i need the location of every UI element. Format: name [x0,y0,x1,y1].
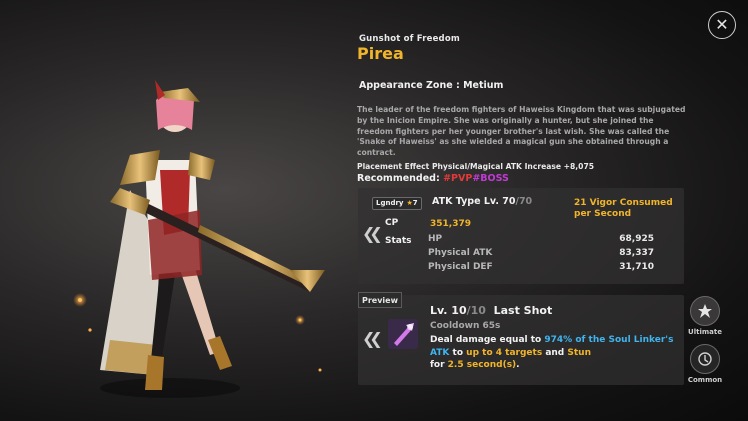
skill-level: Lv. 10 [430,304,467,317]
skill-desc-text: and [542,347,568,358]
character-detail-screen: ✕ Gunshot of Freedom Pirea Appearance Zo… [0,0,748,421]
common-icon [690,344,720,374]
skill-description: Deal damage equal to 974% of the Soul Li… [430,334,680,372]
last-shot-skill-icon [388,319,418,349]
preview-button[interactable]: Preview [358,292,402,308]
stats-collapse-chevron-icon[interactable]: ❮❮ [362,224,383,243]
skill-desc-targets: up to 4 targets [466,347,543,358]
stat-patk-value: 83,337 [619,248,654,258]
stat-hp-label: HP [428,234,443,244]
stats-panel: Lgndry ★7 ATK Type Lv. 70/70 21 Vigor Co… [358,188,684,284]
stat-hp-value: 68,925 [619,234,654,244]
skill-desc-text: . [516,360,520,370]
vigor-consumption: 21 Vigor Consumed per Second [574,198,673,219]
skill-desc-text: Deal damage equal to [430,335,545,345]
tag-pvp[interactable]: #PVP [443,173,472,184]
close-icon: ✕ [715,15,729,34]
cp-label: CP [385,218,399,228]
star-rating: ★7 [406,198,417,209]
skill-panel: ❮❮ Lv. 10/10 Last Shot Cooldown 65s Deal… [358,295,684,385]
grade-badge: Lgndry ★7 [372,197,422,210]
appearance-zone: Appearance Zone : Metium [359,80,504,91]
character-portrait [73,80,325,398]
tab-ultimate-label: Ultimate [688,328,722,336]
tab-ultimate[interactable]: Ultimate [687,296,723,336]
skill-collapse-chevron-icon[interactable]: ❮❮ [362,329,383,348]
skill-desc-stun: Stun [567,347,591,358]
recommended-label: Recommended: [357,173,440,184]
tab-common[interactable]: Common [687,344,723,384]
character-subtitle: Gunshot of Freedom [359,34,460,44]
cp-value: 351,379 [430,219,471,229]
character-description: The leader of the freedom fighters of Ha… [357,105,686,158]
skill-name: Last Shot [493,304,553,317]
skill-title: Lv. 10/10 Last Shot [430,304,552,317]
atk-type-max: /70 [515,196,533,207]
skill-desc-text: to [449,347,467,358]
tab-common-label: Common [687,376,723,384]
skill-desc-text: for [430,360,448,370]
placement-effect: Placement Effect Physical/Magical ATK In… [357,162,595,171]
skill-level-max: /10 [466,304,486,317]
stat-pdef-value: 31,710 [619,262,654,272]
stats-label: Stats [385,236,412,246]
skill-desc-duration: 2.5 second(s) [447,360,517,370]
star-count: 7 [412,199,418,207]
atk-type-level: ATK Type Lv. 70/70 [432,196,532,207]
recommended-row: Recommended: #PVP#BOSS [357,173,509,184]
close-button[interactable]: ✕ [708,11,736,39]
stat-pdef-label: Physical DEF [428,262,493,272]
tag-boss[interactable]: #BOSS [472,173,509,184]
skill-cooldown: Cooldown 65s [430,321,501,331]
stat-patk-label: Physical ATK [428,248,493,258]
atk-type-label: ATK Type Lv. 70 [432,196,516,207]
grade-label: Lgndry [376,199,404,207]
character-name: Pirea [357,44,404,63]
ultimate-icon [690,296,720,326]
